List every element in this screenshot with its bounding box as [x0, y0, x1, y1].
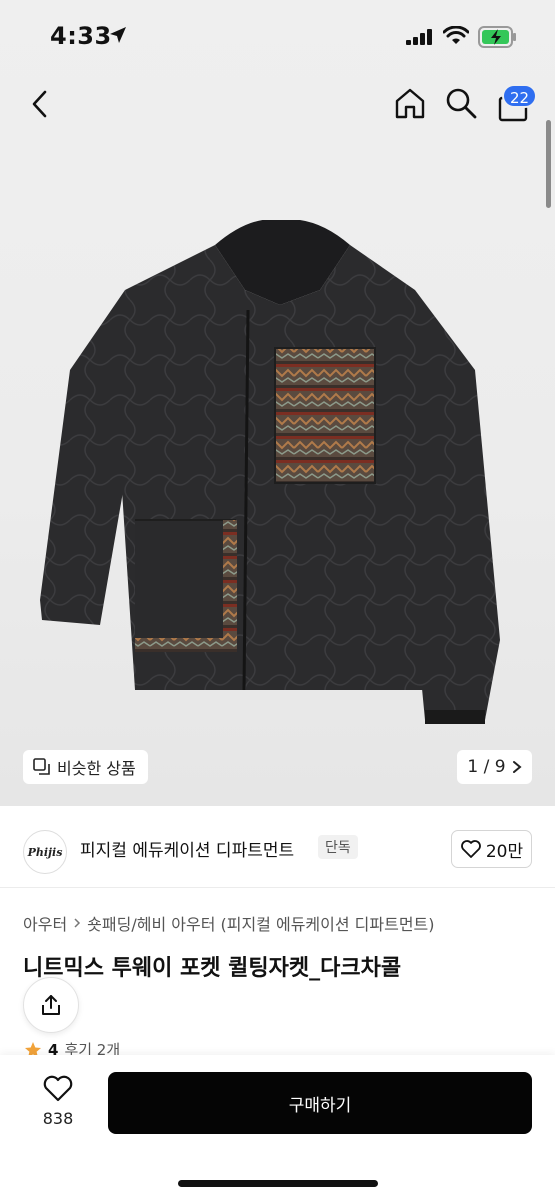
similar-products-button[interactable]: 비슷한 상품 [23, 750, 148, 784]
exclusive-badge: 단독 [318, 835, 358, 859]
wifi-icon [443, 26, 469, 44]
battery-charging-icon [478, 26, 516, 48]
breadcrumb-level2[interactable]: 숏패딩/헤비 아우터 (피지컬 에듀케이션 디파트먼트) [87, 911, 434, 935]
scrollbar[interactable] [546, 120, 551, 208]
search-icon[interactable] [444, 86, 478, 120]
similar-products-label: 비슷한 상품 [57, 759, 136, 778]
wishlist-button[interactable]: 838 [30, 1075, 86, 1128]
breadcrumb-level1[interactable]: 아우터 [23, 911, 67, 935]
brand-logo-text: Phijis [27, 845, 63, 859]
buy-button[interactable]: 구매하기 [108, 1072, 532, 1134]
product-image-gallery[interactable]: 4:33 22 비슷한 상품 1 / 9 [0, 0, 555, 806]
brand-row[interactable]: Phijis 피지컬 에듀케이션 디파트먼트 단독 20만 [0, 806, 555, 888]
chevron-right-icon [74, 918, 81, 928]
heart-icon [460, 840, 481, 858]
brand-like-button[interactable]: 20만 [451, 830, 532, 868]
cellular-signal-icon [406, 29, 432, 45]
home-indicator [178, 1180, 378, 1187]
pager-text: 1 / 9 [467, 757, 506, 777]
copy-icon [33, 758, 50, 775]
share-button[interactable] [23, 977, 79, 1033]
brand-like-count: 20만 [485, 841, 524, 862]
status-time: 4:33 [50, 22, 112, 50]
breadcrumb: 아우터 숏패딩/헤비 아우터 (피지컬 에듀케이션 디파트먼트) [23, 911, 435, 935]
share-icon [42, 995, 60, 1015]
bottom-action-bar: 838 구매하기 [0, 1055, 555, 1200]
brand-logo[interactable]: Phijis [23, 830, 67, 874]
cart-count-badge: 22 [502, 84, 538, 108]
back-icon[interactable] [26, 88, 56, 120]
product-photo [40, 220, 500, 724]
location-arrow-icon [110, 27, 126, 43]
status-bar: 4:33 [0, 0, 555, 72]
home-icon[interactable] [393, 86, 427, 120]
image-pager[interactable]: 1 / 9 [457, 750, 532, 784]
brand-name[interactable]: 피지컬 에듀케이션 디파트먼트 [80, 836, 294, 861]
wishlist-count: 838 [42, 1109, 74, 1128]
heart-icon [43, 1075, 73, 1102]
product-title: 니트믹스 투웨이 포켓 퀼팅자켓_다크차콜 [23, 956, 402, 981]
chevron-right-icon [512, 761, 522, 773]
